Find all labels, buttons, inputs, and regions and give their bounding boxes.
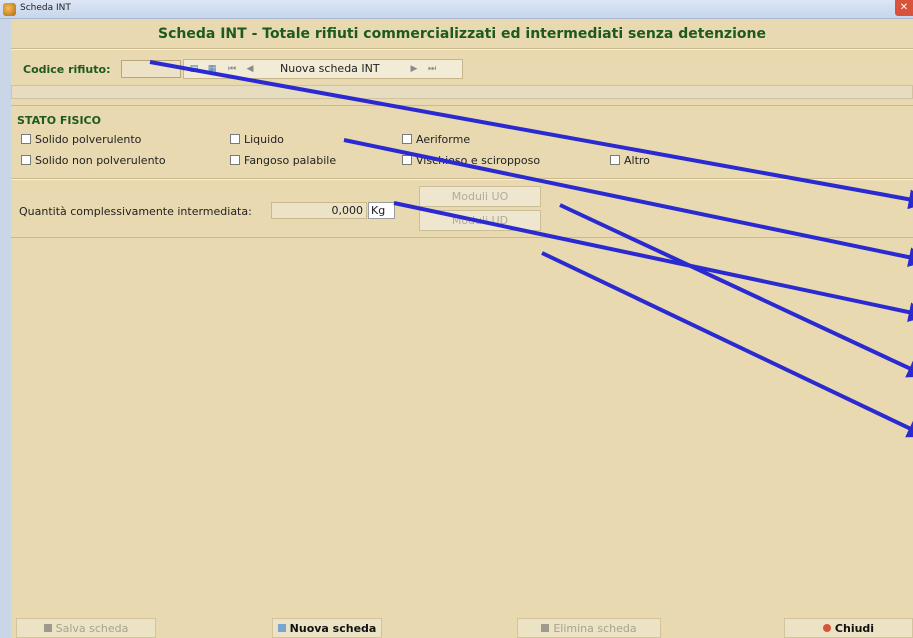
codice-rifiuto-label: Codice rifiuto: (23, 63, 111, 76)
next-record-icon[interactable]: ▶ (406, 61, 422, 77)
checkbox-altro[interactable]: Altro (610, 153, 650, 167)
checkbox-box[interactable] (230, 134, 240, 144)
save-icon (43, 624, 52, 632)
checkbox-label: Aeriforme (416, 132, 471, 146)
last-record-icon[interactable]: ⏭ (424, 61, 440, 77)
checkbox-box[interactable] (21, 134, 31, 144)
checkbox-solido-polverulento[interactable]: Solido polverulento (21, 132, 141, 146)
elimina-scheda-label: Elimina scheda (553, 622, 637, 635)
moduli-uo-button[interactable]: Moduli UO (419, 186, 541, 207)
chiudi-label: Chiudi (834, 622, 875, 635)
window-title: Scheda INT (20, 3, 71, 13)
codice-rifiuto-input[interactable] (121, 60, 181, 78)
new-record-icon[interactable]: ▤ (186, 61, 202, 77)
stato-fisico-title: STATO FISICO (17, 114, 101, 127)
grid-view-icon[interactable]: ▦ (204, 61, 220, 77)
checkbox-label: Fangoso palabile (244, 153, 337, 167)
close-icon (822, 624, 831, 632)
checkbox-liquido[interactable]: Liquido (230, 132, 284, 146)
quantita-label: Quantità complessivamente intermediata: (19, 205, 252, 218)
checkbox-box[interactable] (402, 134, 412, 144)
divider (11, 105, 913, 106)
checkbox-fangoso-palabile[interactable]: Fangoso palabile (230, 153, 336, 167)
checkbox-vischioso-sciropposo[interactable]: Vischioso e sciropposo (402, 153, 540, 167)
unit-selector[interactable]: Kg (368, 202, 395, 219)
checkbox-box[interactable] (402, 155, 412, 165)
info-bar (11, 85, 913, 99)
form-title: Scheda INT - Totale rifiuti commercializ… (158, 26, 766, 42)
form-main: Scheda INT - Totale rifiuti commercializ… (11, 19, 913, 638)
elimina-scheda-button[interactable]: Elimina scheda (517, 618, 661, 638)
prev-record-icon[interactable]: ◀ (242, 61, 258, 77)
navigator-label: Nuova scheda INT (280, 62, 380, 75)
quantita-input[interactable]: 0,000 (271, 202, 367, 219)
divider (11, 237, 913, 238)
checkbox-solido-non-polverulento[interactable]: Solido non polverulento (21, 153, 166, 167)
checkbox-label: Vischioso e sciropposo (416, 153, 541, 167)
first-record-icon[interactable]: ⏮ (224, 61, 240, 77)
salva-scheda-button[interactable]: Salva scheda (16, 618, 156, 638)
checkbox-label: Liquido (244, 132, 284, 146)
window-titlebar: Scheda INT ✕ (0, 0, 913, 19)
app-icon (3, 3, 16, 16)
nuova-scheda-label: Nuova scheda (289, 622, 377, 635)
checkbox-label: Altro (624, 153, 650, 167)
new-document-icon (277, 624, 286, 632)
window-frame-left (0, 19, 11, 638)
checkbox-box[interactable] (21, 155, 31, 165)
checkbox-label: Solido polverulento (35, 132, 142, 146)
delete-icon (541, 624, 550, 632)
divider (11, 49, 913, 50)
checkbox-box[interactable] (610, 155, 620, 165)
divider (11, 179, 913, 180)
checkbox-label: Solido non polverulento (35, 153, 166, 167)
moduli-ud-button[interactable]: Moduli UD (419, 210, 541, 231)
checkbox-box[interactable] (230, 155, 240, 165)
checkbox-aeriforme[interactable]: Aeriforme (402, 132, 470, 146)
chiudi-button[interactable]: Chiudi (784, 618, 913, 638)
salva-scheda-label: Salva scheda (55, 622, 129, 635)
footer-toolbar: Salva scheda Nuova scheda Elimina scheda… (11, 618, 913, 638)
nuova-scheda-button[interactable]: Nuova scheda (272, 618, 382, 638)
window-close-icon[interactable]: ✕ (895, 0, 913, 16)
record-navigator: ▤ ▦ ⏮ ◀ Nuova scheda INT ▶ ⏭ (183, 59, 463, 79)
